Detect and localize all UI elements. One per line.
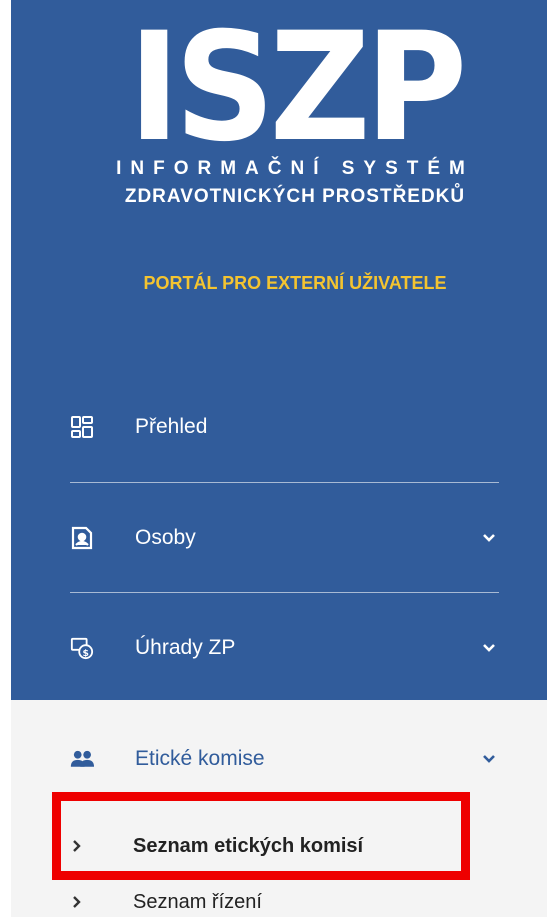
- logo-subtitle-line1: INFORMAČNÍ SYSTÉM: [116, 158, 474, 179]
- dashboard-icon: [70, 415, 94, 439]
- chevron-down-icon: [479, 528, 499, 548]
- sidebar-item-label: Etické komise: [135, 747, 265, 770]
- divider: [70, 482, 499, 483]
- sidebar-item-label: Přehled: [135, 415, 208, 438]
- people-icon: [70, 747, 94, 771]
- portal-label: PORTÁL PRO EXTERNÍ UŽIVATELE: [143, 273, 447, 293]
- chevron-down-icon: [479, 638, 499, 658]
- sidebar-item-label: Úhrady ZP: [135, 636, 236, 659]
- sidebar-header-area: ISZP INFORMAČNÍ SYSTÉM ZDRAVOTNICKÝCH PR…: [11, 0, 547, 700]
- chevron-down-icon: [479, 749, 499, 769]
- logo-subtitle-line2: ZDRAVOTNICKÝCH PROSTŘEDKŮ: [124, 186, 466, 207]
- sidebar-item-eticke-komise[interactable]: Etické komise: [70, 731, 499, 787]
- sidebar-item-uhrady-zp[interactable]: $ Úhrady ZP: [70, 620, 499, 676]
- svg-text:$: $: [82, 648, 88, 659]
- chevron-right-icon: [72, 895, 86, 909]
- sidebar-item-prehled[interactable]: Přehled: [70, 399, 499, 455]
- sidebar-item-osoby[interactable]: Osoby: [70, 510, 499, 566]
- sidebar-item-label: Osoby: [135, 526, 196, 549]
- divider: [70, 592, 499, 593]
- submenu-item-label: Seznam řízení: [133, 890, 262, 913]
- sidebar: ISZP INFORMAČNÍ SYSTÉM ZDRAVOTNICKÝCH PR…: [11, 0, 547, 917]
- payments-icon: $: [70, 636, 94, 660]
- highlight-box: [52, 792, 470, 880]
- logo-title: ISZP: [128, 1, 467, 175]
- person-badge-icon: [70, 526, 94, 550]
- submenu-item-seznam-rizeni[interactable]: Seznam řízení: [72, 887, 492, 917]
